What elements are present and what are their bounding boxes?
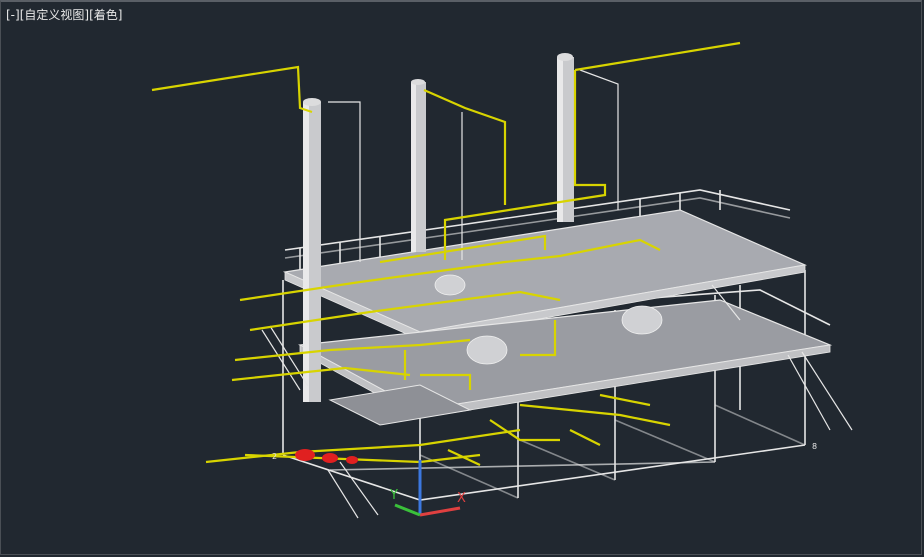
ucs-y-axis-icon <box>394 503 421 517</box>
stack-middle <box>411 79 426 252</box>
corner-label-left: 2 <box>272 452 277 461</box>
stack-right <box>557 53 574 222</box>
stack-left <box>303 98 321 402</box>
model-viewport[interactable]: 2 8 X Y <box>0 0 924 557</box>
ucs-x-axis-icon <box>419 506 461 517</box>
corner-label-right: 8 <box>812 442 817 451</box>
vessel-upper <box>434 274 466 296</box>
ucs-y-label: Y <box>389 488 398 503</box>
ucs-x-label: X <box>457 491 466 506</box>
vessel-right <box>621 305 663 335</box>
vessel-middle <box>466 335 508 365</box>
